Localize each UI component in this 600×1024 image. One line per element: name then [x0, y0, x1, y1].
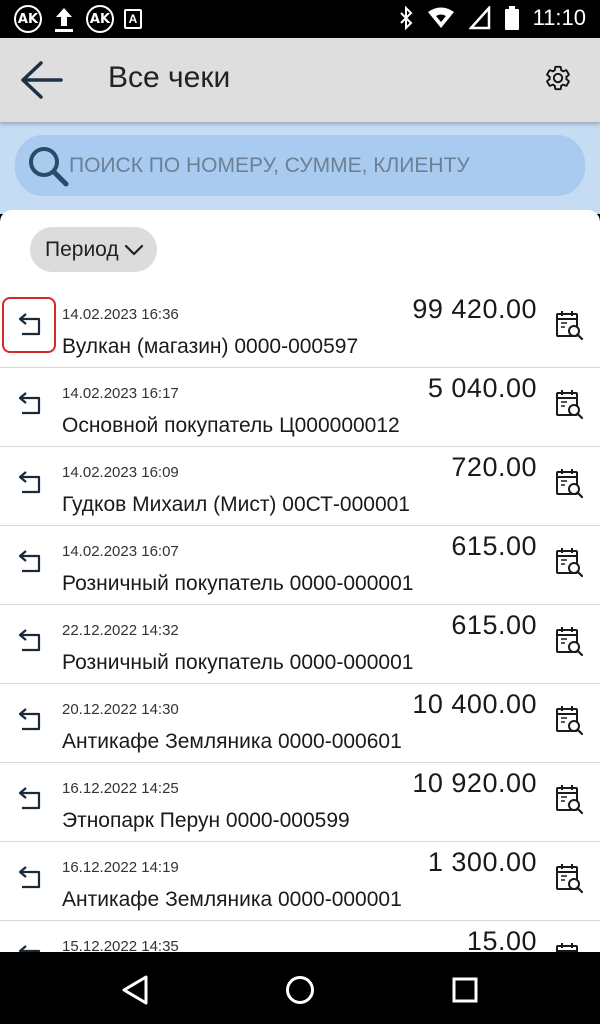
receipt-client: Вулкан (магазин) 0000-000597: [62, 335, 359, 358]
receipt-row[interactable]: 16.12.2022 14:19 1 300.00 Антикафе Земляни…: [0, 842, 600, 921]
return-icon[interactable]: [17, 864, 45, 890]
view-receipt-icon[interactable]: [554, 862, 584, 894]
receipt-date: 14.02.2023 16:09: [62, 464, 179, 481]
status-right-icons: 11:10: [399, 5, 586, 31]
upload-icon: [55, 8, 73, 32]
nav-home-button[interactable]: [280, 970, 320, 1010]
gear-icon: [546, 65, 570, 91]
receipt-amount: 10 920.00: [412, 768, 537, 798]
nav-recents-button[interactable]: [445, 970, 485, 1010]
receipts-list: 14.02.2023 16:36 99 420.00 Вулкан (магазин…: [0, 289, 600, 952]
receipt-client: Основной покупатель Ц000000012: [62, 414, 400, 437]
status-bar: AK AK A 11:10: [0, 0, 600, 38]
app-bar: Все чеки: [0, 38, 600, 122]
return-icon[interactable]: [17, 548, 45, 574]
view-receipt-icon[interactable]: [554, 309, 584, 341]
receipt-row[interactable]: 14.02.2023 16:09 720.00 Гудков Михаил (Мис…: [0, 447, 600, 526]
battery-icon: [504, 6, 519, 30]
ak-app-icon: AK: [14, 5, 42, 33]
period-filter-button[interactable]: Период: [30, 227, 157, 272]
receipt-amount: 99 420.00: [412, 294, 537, 324]
receipt-date: 14.02.2023 16:36: [62, 306, 179, 323]
recents-square-icon: [452, 977, 478, 1003]
return-icon[interactable]: [17, 390, 45, 416]
return-icon[interactable]: [17, 785, 45, 811]
receipt-date: 15.12.2022 14:35: [62, 938, 179, 952]
receipt-row[interactable]: 14.02.2023 16:36 99 420.00 Вулкан (магазин…: [0, 289, 600, 368]
receipt-client: Антикафе Земляника 0000-000001: [62, 888, 402, 911]
view-receipt-icon[interactable]: [554, 388, 584, 420]
receipt-client: Розничный покупатель 0000-000001: [62, 572, 414, 595]
period-filter-label: Период: [45, 237, 119, 261]
status-time: 11:10: [532, 5, 586, 30]
receipt-row[interactable]: 14.02.2023 16:17 5 040.00 Основной покупат…: [0, 368, 600, 447]
return-icon[interactable]: [17, 627, 45, 653]
receipt-date: 16.12.2022 14:25: [62, 780, 179, 797]
view-receipt-icon[interactable]: [554, 546, 584, 578]
receipt-amount: 10 400.00: [412, 689, 537, 719]
system-nav-bar: [0, 952, 600, 1024]
search-box[interactable]: [15, 135, 585, 196]
home-circle-icon: [286, 976, 314, 1004]
receipt-amount: 15.00: [466, 926, 537, 952]
bluetooth-icon: [399, 6, 412, 30]
search-input[interactable]: [69, 135, 569, 196]
view-receipt-icon[interactable]: [554, 704, 584, 736]
view-receipt-icon[interactable]: [554, 467, 584, 499]
receipt-row[interactable]: 20.12.2022 14:30 10 400.00 Антикафе Землян…: [0, 684, 600, 763]
return-icon[interactable]: [17, 469, 45, 495]
return-icon[interactable]: [17, 706, 45, 732]
return-icon[interactable]: [17, 943, 45, 952]
wifi-icon: [427, 7, 454, 28]
status-left-icons: AK AK A: [14, 5, 142, 33]
receipt-client: Антикафе Земляника 0000-000601: [62, 730, 402, 753]
receipt-date: 14.02.2023 16:07: [62, 543, 179, 560]
receipt-client: Этнопарк Перун 0000-000599: [62, 809, 350, 832]
receipt-amount: 720.00: [451, 452, 537, 482]
receipt-amount: 5 040.00: [427, 373, 537, 403]
view-receipt-icon[interactable]: [554, 783, 584, 815]
receipt-row[interactable]: 14.02.2023 16:07 615.00 Розничный покупате…: [0, 526, 600, 605]
settings-button[interactable]: [538, 58, 578, 98]
page-title: Все чеки: [108, 61, 231, 94]
receipt-amount: 615.00: [451, 531, 537, 561]
no-sim-icon: [468, 6, 490, 30]
receipt-client: Гудков Михаил (Мист) 00СТ-000001: [62, 493, 410, 516]
receipt-date: 14.02.2023 16:17: [62, 385, 179, 402]
back-button[interactable]: [16, 56, 66, 104]
receipt-amount: 1 300.00: [427, 847, 537, 877]
text-a-icon: A: [124, 9, 142, 29]
receipt-date: 22.12.2022 14:32: [62, 622, 179, 639]
nav-back-button[interactable]: [115, 970, 155, 1010]
receipt-date: 16.12.2022 14:19: [62, 859, 179, 876]
selection-highlight: [2, 297, 56, 353]
view-receipt-icon[interactable]: [554, 941, 584, 952]
back-triangle-icon: [122, 975, 148, 1005]
view-receipt-icon[interactable]: [554, 625, 584, 657]
search-area: [0, 122, 600, 214]
arrow-left-icon: [21, 61, 63, 99]
receipt-row[interactable]: 16.12.2022 14:25 10 920.00 Этнопарк Перун …: [0, 763, 600, 842]
receipt-amount: 615.00: [451, 610, 537, 640]
receipt-client: Розничный покупатель 0000-000001: [62, 651, 414, 674]
search-icon: [29, 147, 69, 187]
receipt-row[interactable]: 22.12.2022 14:32 615.00 Розничный покупате…: [0, 605, 600, 684]
receipt-row[interactable]: 15.12.2022 14:35 15.00: [0, 921, 600, 952]
receipt-date: 20.12.2022 14:30: [62, 701, 179, 718]
chevron-down-icon: [124, 244, 143, 255]
ak-app-icon: AK: [86, 5, 114, 33]
receipts-content: Период 14.02.2023 16:36 99 420.00 Вулкан (…: [0, 210, 600, 952]
